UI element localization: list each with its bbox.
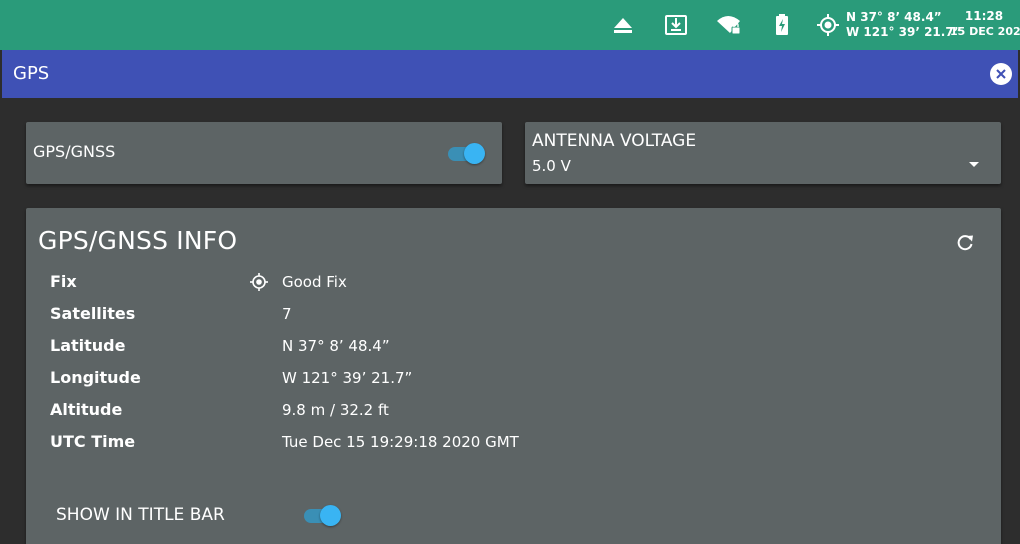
status-gps-coordinates: N 37° 8’ 48.4” W 121° 39’ 21.7” [846, 10, 962, 40]
info-value: 7 [282, 305, 292, 323]
gps-gnss-label: GPS/GNSS [33, 142, 116, 161]
info-row-longitude: Longitude W 121° 39’ 21.7” [50, 366, 950, 390]
title-bar: GPS [2, 50, 1018, 98]
info-title: GPS/GNSS INFO [38, 226, 238, 255]
show-in-title-bar-toggle[interactable] [302, 504, 342, 526]
gps-target-icon[interactable] [815, 12, 841, 38]
status-latitude: N 37° 8’ 48.4” [846, 10, 942, 24]
status-time: 11:28 [964, 9, 1004, 23]
info-value: W 121° 39’ 21.7” [282, 369, 413, 387]
info-value: 9.8 m / 32.2 ft [282, 401, 389, 419]
battery-charging-icon [769, 12, 795, 38]
gps-gnss-toggle[interactable] [446, 142, 486, 164]
gps-gnss-card: GPS/GNSS [26, 122, 502, 184]
status-clock: 11:28 15 DEC 2020 [950, 9, 1020, 39]
download-icon[interactable] [663, 12, 689, 38]
dropdown-arrow-icon [969, 162, 979, 167]
info-key: Altitude [50, 400, 123, 419]
info-key: Latitude [50, 336, 126, 355]
info-key: Longitude [50, 368, 141, 387]
antenna-voltage-label: ANTENNA VOLTAGE [532, 131, 697, 151]
status-longitude: W 121° 39’ 21.7” [846, 25, 962, 39]
close-icon [996, 69, 1006, 79]
wifi-lock-icon[interactable] [716, 12, 742, 38]
gps-gnss-info-card: GPS/GNSS INFO Fix Good Fix Satellites 7 … [26, 208, 1001, 544]
toggle-thumb [320, 505, 341, 526]
toggle-thumb [464, 143, 485, 164]
gps-fix-icon [249, 272, 269, 292]
info-key: Satellites [50, 304, 136, 323]
refresh-icon [957, 235, 973, 251]
info-row-utc-time: UTC Time Tue Dec 15 19:29:18 2020 GMT [50, 430, 950, 454]
info-row-altitude: Altitude 9.8 m / 32.2 ft [50, 398, 950, 422]
info-row-fix: Fix Good Fix [50, 270, 950, 294]
info-value: Tue Dec 15 19:29:18 2020 GMT [282, 433, 519, 451]
show-in-title-bar-label: SHOW IN TITLE BAR [56, 505, 225, 525]
info-value: N 37° 8’ 48.4” [282, 337, 390, 355]
antenna-voltage-select[interactable]: ANTENNA VOLTAGE 5.0 V [525, 122, 1001, 184]
eject-icon[interactable] [610, 12, 636, 38]
refresh-button[interactable] [955, 233, 975, 253]
info-value: Good Fix [282, 273, 347, 291]
page-title: GPS [13, 63, 50, 84]
antenna-voltage-value: 5.0 V [532, 157, 571, 175]
status-date: 15 DEC 2020 [950, 25, 1020, 38]
info-key: UTC Time [50, 432, 136, 451]
info-row-latitude: Latitude N 37° 8’ 48.4” [50, 334, 950, 358]
info-row-satellites: Satellites 7 [50, 302, 950, 326]
info-key: Fix [50, 272, 77, 291]
close-button[interactable] [990, 63, 1012, 85]
status-bar: N 37° 8’ 48.4” W 121° 39’ 21.7” 11:28 15… [0, 0, 1020, 50]
